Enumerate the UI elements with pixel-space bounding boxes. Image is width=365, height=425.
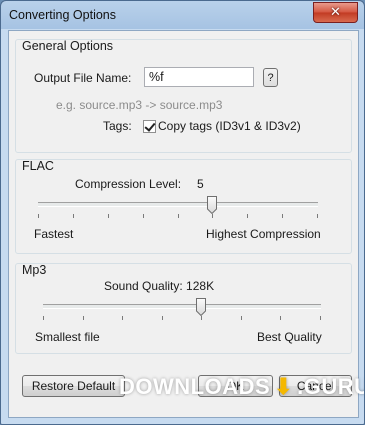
slider-thumb[interactable] (207, 196, 217, 214)
slider-tick (317, 214, 318, 218)
close-icon: ✕ (330, 5, 341, 20)
slider-tick (83, 316, 84, 320)
compression-level-slider[interactable] (38, 194, 318, 220)
example-hint: e.g. source.mp3 -> source.mp3 (56, 98, 223, 112)
slider-tick (108, 214, 109, 218)
restore-default-button[interactable]: Restore Default (22, 375, 125, 397)
tags-label: Tags: (103, 119, 132, 133)
close-button[interactable]: ✕ (313, 2, 358, 23)
mp3-group: Mp3 Sound Quality: 128K Smallest file Be… (15, 263, 352, 354)
slider-tick (143, 214, 144, 218)
best-quality-label: Best Quality (257, 330, 322, 344)
slider-tick (162, 316, 163, 320)
slider-tick (178, 214, 179, 218)
copy-tags-label[interactable]: Copy tags (ID3v1 & ID3v2) (158, 119, 301, 133)
title-bar[interactable]: Converting Options ✕ (1, 1, 364, 30)
converting-options-window: Converting Options ✕ General Options Out… (0, 0, 365, 425)
fastest-label: Fastest (34, 227, 74, 241)
compression-level-value: 5 (197, 177, 204, 191)
flac-group: FLAC Compression Level: 5 Fastest Highes… (15, 159, 352, 254)
slider-tick (282, 214, 283, 218)
output-file-name-input[interactable]: %f (144, 67, 254, 87)
compression-level-label: Compression Level: (75, 177, 182, 191)
sound-quality-slider[interactable] (43, 295, 321, 321)
slider-tick (320, 316, 321, 320)
general-options-group: General Options Output File Name: %f ? e… (15, 39, 352, 153)
copy-tags-checkbox[interactable] (143, 120, 156, 133)
slider-tick (241, 316, 242, 320)
ok-button[interactable]: OK (198, 375, 273, 397)
slider-track (43, 304, 321, 309)
dialog-client-area: General Options Output File Name: %f ? e… (8, 30, 359, 418)
slider-tick (280, 316, 281, 320)
help-button[interactable]: ? (263, 68, 278, 87)
window-title: Converting Options (9, 8, 117, 22)
flac-title: FLAC (22, 159, 54, 173)
highest-compression-label: Highest Compression (206, 227, 321, 241)
output-file-name-label: Output File Name: (34, 71, 132, 85)
cancel-button[interactable]: Cancel (279, 375, 352, 397)
general-options-title: General Options (22, 39, 114, 53)
sound-quality-label: Sound Quality: 128K (104, 279, 215, 293)
slider-tick (43, 316, 44, 320)
slider-tick (201, 316, 202, 320)
slider-track (38, 202, 318, 207)
slider-thumb[interactable] (196, 298, 206, 316)
slider-tick (73, 214, 74, 218)
mp3-title: Mp3 (22, 263, 47, 277)
smallest-file-label: Smallest file (35, 330, 100, 344)
slider-tick (122, 316, 123, 320)
slider-tick (38, 214, 39, 218)
slider-tick (247, 214, 248, 218)
slider-tick (212, 214, 213, 218)
